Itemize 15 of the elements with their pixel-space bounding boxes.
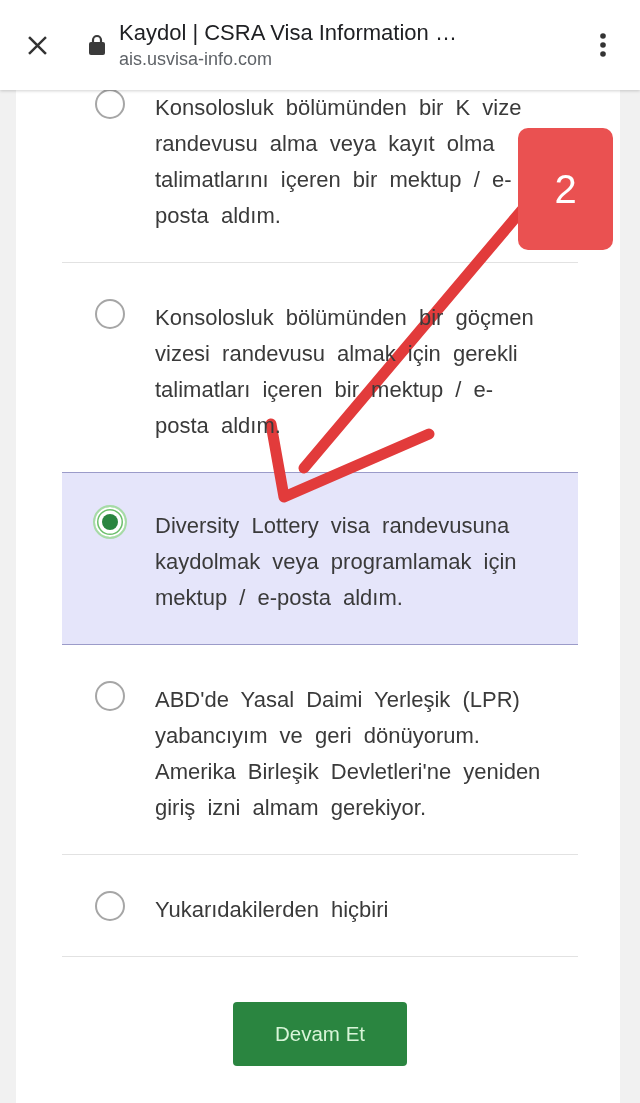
- annotation-number: 2: [518, 128, 613, 250]
- page-title: Kaydol | CSRA Visa Information …: [119, 19, 458, 47]
- radio-button[interactable]: [95, 890, 125, 921]
- radio-button[interactable]: [95, 299, 125, 329]
- radio-button[interactable]: [95, 680, 125, 711]
- radio-button[interactable]: [93, 504, 127, 539]
- radio-button[interactable]: [95, 89, 125, 119]
- option-label: Diversity Lottery visa randevusuna kaydolmak veya programlamak için mektup / e-posta aldım.: [155, 511, 518, 612]
- page-url: ais.usvisa-info.com: [119, 48, 274, 71]
- continue-button[interactable]: Devam Et: [233, 1001, 407, 1066]
- option-label: Yukarıdakilerden hiçbiri: [155, 895, 390, 924]
- option-label: ABD'de Yasal Daimi Yerleşik (LPR) yabancıyım ve geri dönüyorum. Amerika Birleşik Devletleri'ne yeniden giriş izni almam gerekiyor.: [155, 685, 542, 822]
- close-icon[interactable]: [28, 35, 47, 55]
- lock-icon: [89, 33, 105, 55]
- menu-icon[interactable]: [600, 33, 606, 57]
